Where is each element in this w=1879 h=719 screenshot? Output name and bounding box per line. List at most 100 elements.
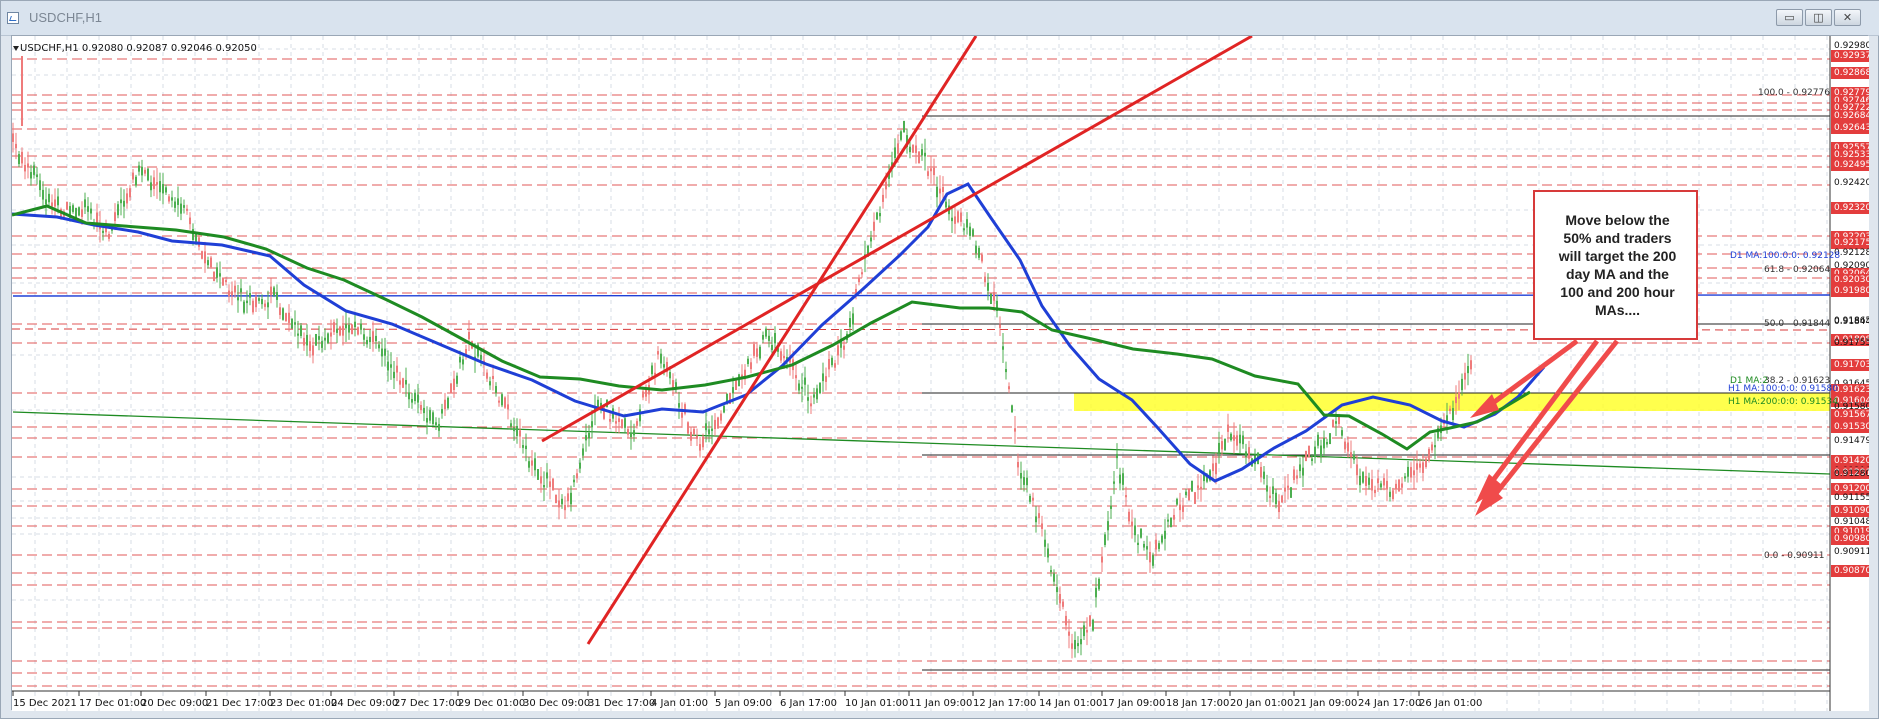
candle-body xyxy=(963,228,965,231)
candle-body xyxy=(678,403,680,408)
chart-annotation: D1 MA:100:0:0: 0.92128 xyxy=(1730,251,1840,261)
candle-body xyxy=(546,472,548,479)
candle-body xyxy=(1227,424,1229,432)
candle-body xyxy=(801,386,803,389)
candle-body xyxy=(393,371,395,379)
chart-area[interactable]: 15 Dec 2021 17 Dec 01:00 20 Dec 09:00 21 De… xyxy=(11,35,1869,711)
candle-body xyxy=(453,378,455,390)
candle-body xyxy=(1452,408,1454,421)
candle-body xyxy=(243,301,245,313)
candle-body xyxy=(282,308,284,320)
candle-body xyxy=(159,181,161,193)
candle-body xyxy=(57,196,59,206)
candle-body xyxy=(309,341,311,351)
candle-body xyxy=(438,424,440,431)
candle-body xyxy=(921,149,923,156)
candle-body xyxy=(267,302,269,308)
candle-body xyxy=(123,200,125,207)
candle-body xyxy=(636,421,638,426)
candle-body xyxy=(135,176,137,186)
candle-body xyxy=(1008,386,1010,390)
candle-body xyxy=(1380,483,1382,488)
candle-body xyxy=(627,429,629,435)
x-axis-label: 21 Jan 09:00 xyxy=(1294,698,1357,709)
candle-body xyxy=(999,324,1001,328)
candle-body xyxy=(537,469,539,480)
candle-body xyxy=(1098,578,1100,590)
candle-body xyxy=(795,375,797,379)
candle-body xyxy=(693,428,695,435)
candle-body xyxy=(207,260,209,266)
candle-body xyxy=(813,394,815,398)
minimize-icon: ▭ xyxy=(1784,11,1795,24)
candle-body xyxy=(1446,415,1448,422)
candle-body xyxy=(264,303,266,307)
candle-body xyxy=(66,201,68,210)
candle-body xyxy=(381,348,383,357)
candle-body xyxy=(918,151,920,164)
candle-body xyxy=(468,332,470,340)
candle-body xyxy=(378,344,380,349)
candle-body xyxy=(1116,453,1118,459)
candle-body xyxy=(1335,421,1337,424)
candle-body xyxy=(1233,435,1235,441)
price-level-label: 0.91090 xyxy=(1834,506,1869,516)
candle-body xyxy=(459,356,461,363)
candle-body xyxy=(1467,366,1469,374)
candle-body xyxy=(1236,435,1238,446)
candle-body xyxy=(660,353,662,364)
candle-body xyxy=(852,313,854,325)
candle-body xyxy=(642,391,644,398)
candle-body xyxy=(858,277,860,283)
candle-body xyxy=(1101,556,1103,563)
candle-body xyxy=(18,154,20,165)
candle-body xyxy=(903,120,905,133)
candle-body xyxy=(822,373,824,382)
candle-body xyxy=(969,226,971,236)
candle-body xyxy=(300,325,302,336)
candle-body xyxy=(1329,433,1331,445)
candle-body xyxy=(1287,485,1289,488)
price-level-label: 0.90870 xyxy=(1834,566,1869,576)
x-axis-label: 6 Jan 17:00 xyxy=(780,698,837,709)
callout-line-6: MAs.... xyxy=(1594,302,1641,318)
candle-body xyxy=(765,328,767,337)
candle-body xyxy=(96,212,98,223)
candle-body xyxy=(1149,552,1151,563)
candle-body xyxy=(1398,479,1400,492)
candle-body xyxy=(1371,479,1373,491)
candle-body xyxy=(237,297,239,301)
restore-icon: ◫ xyxy=(1813,11,1824,24)
candle-body xyxy=(1092,619,1094,631)
candle-body xyxy=(804,377,806,385)
candle-body xyxy=(879,213,881,217)
candle-body xyxy=(681,412,683,418)
restore-button[interactable]: ◫ xyxy=(1805,9,1832,26)
minimize-button[interactable]: ▭ xyxy=(1776,9,1803,26)
price-axis-label: 0.91280 xyxy=(1834,469,1869,479)
candle-body xyxy=(711,428,713,431)
price-level-label: 0.91703 xyxy=(1834,360,1869,370)
candle-body xyxy=(717,417,719,429)
candle-body xyxy=(1002,346,1004,350)
candle-body xyxy=(345,324,347,329)
candle-body xyxy=(1266,485,1268,492)
x-axis-label: 24 Jan 17:00 xyxy=(1358,698,1421,709)
candle-body xyxy=(1278,501,1280,513)
candle-body xyxy=(1344,441,1346,450)
x-axis-label: 30 Dec 09:00 xyxy=(523,698,590,709)
candle-body xyxy=(225,280,227,283)
callout-line-1: Move below the xyxy=(1565,212,1670,228)
candle-body xyxy=(1071,643,1073,649)
candle-body xyxy=(696,435,698,439)
candle-body xyxy=(129,188,131,198)
candle-body xyxy=(1404,476,1406,479)
candle-body xyxy=(1428,448,1430,461)
price-chart[interactable]: 15 Dec 2021 17 Dec 01:0020 Dec 09:0021 De… xyxy=(12,36,1869,711)
candle-body xyxy=(687,422,689,434)
candle-body xyxy=(723,405,725,413)
candle-body xyxy=(981,254,983,262)
close-button[interactable]: ✕ xyxy=(1834,9,1861,26)
candle-body xyxy=(1230,433,1232,441)
candle-body xyxy=(1032,497,1034,501)
